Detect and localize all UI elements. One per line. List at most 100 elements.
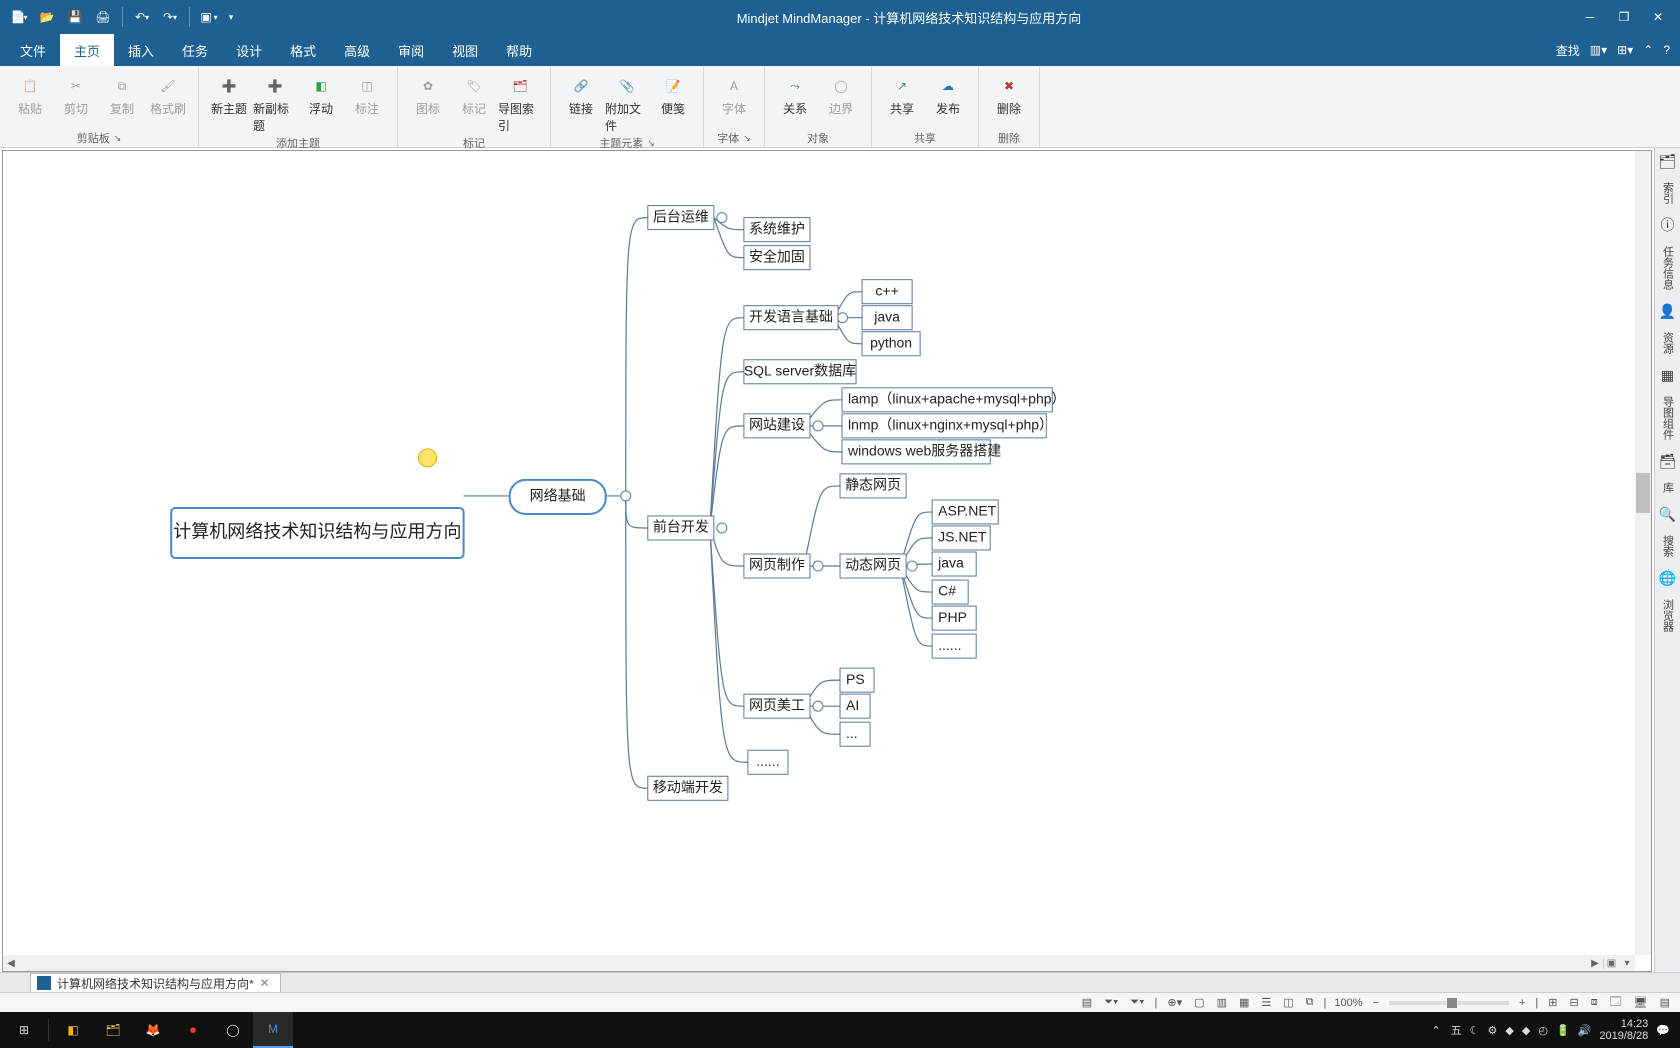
open-file-button[interactable]: 📂 (34, 4, 60, 30)
sidetab-taskinfo[interactable]: 任务信息 (1658, 240, 1678, 296)
sb-icon6[interactable]: ▤ (1658, 996, 1672, 1009)
share-button[interactable]: ↗共享 (880, 72, 924, 119)
sb-icon3[interactable]: ⧈ (1589, 996, 1600, 1009)
save-button[interactable]: 💾 (62, 4, 88, 30)
filter-icon[interactable]: ⏷▾ (1102, 996, 1120, 1009)
dialog-launcher-icon[interactable]: ↘ (647, 138, 655, 149)
print-button[interactable]: 🖨 (90, 4, 116, 30)
zoom-out-icon[interactable]: − (1371, 997, 1381, 1009)
dialog-launcher-icon[interactable]: ↘ (114, 133, 122, 144)
view1-icon[interactable]: ▢ (1192, 996, 1206, 1009)
view4-icon[interactable]: ☰ (1259, 996, 1273, 1009)
zoom-fit-icon[interactable]: ▣ (1603, 958, 1619, 969)
zoom-in-icon[interactable]: + (1517, 997, 1527, 1009)
quick-action-button[interactable]: ▣▾ (196, 4, 222, 30)
tab-file[interactable]: 文件 (6, 34, 60, 66)
search-icon[interactable]: 🔍 (1659, 505, 1677, 523)
relation-button[interactable]: ⤳关系 (773, 72, 817, 119)
link-button[interactable]: 🔗链接 (559, 72, 603, 119)
view5-icon[interactable]: ◫ (1281, 996, 1295, 1009)
taskinfo-icon[interactable]: ⓘ (1659, 216, 1677, 234)
zoom-menu-icon[interactable]: ▾ (1619, 958, 1635, 969)
start-button[interactable]: ⊞ (4, 1012, 44, 1048)
browser-icon[interactable]: 🌐 (1659, 569, 1677, 587)
add-icon[interactable]: ⊕▾ (1165, 996, 1184, 1009)
toggle-node[interactable] (907, 561, 917, 571)
tray-app3-icon[interactable]: ◴ (1538, 1024, 1548, 1037)
new-topic-button[interactable]: ➕新主题 (207, 72, 251, 119)
tab-view[interactable]: 视图 (438, 34, 492, 66)
restore-button[interactable]: ❐ (1614, 7, 1634, 27)
sb-icon1[interactable]: ⊞ (1546, 996, 1559, 1009)
publish-button[interactable]: ☁发布 (926, 72, 970, 119)
close-doc-icon[interactable]: ✕ (260, 976, 270, 990)
explorer-button[interactable]: 🗂 (93, 1012, 133, 1048)
tray-moon-icon[interactable]: ☾ (1470, 1024, 1480, 1037)
horizontal-scrollbar[interactable]: ◀ ▶ ▣ ▾ (3, 955, 1635, 971)
tray-volume-icon[interactable]: 🔊 (1578, 1024, 1592, 1037)
redo-button[interactable]: ↷▾ (157, 4, 183, 30)
attach-button[interactable]: 📎附加文件 (605, 72, 649, 136)
taskbar-clock[interactable]: 14:23 2019/8/28 (1599, 1018, 1648, 1042)
tray-gear-icon[interactable]: ⚙ (1488, 1024, 1498, 1037)
toggle-node[interactable] (717, 213, 727, 223)
tray-up-icon[interactable]: ⌃ (1429, 1024, 1442, 1037)
float-topic-button[interactable]: ◧浮动 (299, 72, 343, 119)
mindmap-canvas[interactable]: 计算机网络技术知识结构与应用方向 网络基础 后台运维 系统维护 安全加固 前台开… (3, 151, 1635, 955)
tray-battery-icon[interactable]: 🔋 (1556, 1024, 1570, 1037)
status-icon[interactable]: ▤ (1080, 996, 1094, 1009)
sb-icon5[interactable]: 🖥 (1632, 996, 1650, 1009)
tray-app1-icon[interactable]: ◆ (1505, 1024, 1513, 1037)
tab-format[interactable]: 格式 (276, 34, 330, 66)
toggle-node[interactable] (813, 701, 823, 711)
scroll-right-icon[interactable]: ▶ (1587, 958, 1603, 969)
view2-icon[interactable]: ▥ (1215, 996, 1229, 1009)
library-icon[interactable]: 🗃 (1659, 452, 1677, 470)
tab-task[interactable]: 任务 (168, 34, 222, 66)
chrome-button[interactable]: ◯ (213, 1012, 253, 1048)
map-index-button[interactable]: 🗂导图索引 (498, 72, 542, 136)
toggle-node[interactable] (813, 561, 823, 571)
toggle-node[interactable] (813, 421, 823, 431)
dialog-launcher-icon[interactable]: ↘ (743, 133, 751, 144)
toggle-node[interactable] (621, 491, 631, 501)
taskview-button[interactable]: ◧ (53, 1012, 93, 1048)
sidetab-search[interactable]: 搜索 (1658, 529, 1678, 563)
mindmanager-button[interactable]: M (253, 1012, 293, 1048)
search-label[interactable]: 查找 (1556, 42, 1580, 59)
scroll-left-icon[interactable]: ◀ (3, 958, 19, 969)
view6-icon[interactable]: ⧉ (1304, 996, 1316, 1009)
toggle-node[interactable] (717, 523, 727, 533)
toggle-node[interactable] (838, 313, 848, 323)
new-file-button[interactable]: 📄▾ (6, 4, 32, 30)
delete-button[interactable]: ✖删除 (987, 72, 1031, 119)
tab-insert[interactable]: 插入 (114, 34, 168, 66)
tab-review[interactable]: 审阅 (384, 34, 438, 66)
tab-design[interactable]: 设计 (222, 34, 276, 66)
zoom-slider[interactable] (1389, 1001, 1509, 1005)
scroll-thumb[interactable] (1636, 473, 1650, 513)
sidetab-library[interactable]: 库 (1658, 476, 1678, 499)
map-view-icon[interactable]: ▥▾ (1590, 43, 1607, 57)
ime-indicator[interactable]: 五 (1451, 1022, 1462, 1038)
sb-icon4[interactable]: 🗔 (1608, 993, 1624, 1012)
tray-app2-icon[interactable]: ◆ (1522, 1024, 1530, 1037)
tab-home[interactable]: 主页 (60, 34, 114, 66)
qat-customize-button[interactable]: ▾ (224, 4, 238, 30)
sidetab-browser[interactable]: 浏览器 (1658, 593, 1678, 638)
mapparts-icon[interactable]: ▦ (1659, 366, 1677, 384)
close-button[interactable]: ✕ (1648, 7, 1668, 27)
firefox-button[interactable]: 🦊 (133, 1012, 173, 1048)
minimize-button[interactable]: ─ (1580, 7, 1600, 27)
note-button[interactable]: 📝便笺 (651, 72, 695, 119)
sidetab-mapparts[interactable]: 导图组件 (1658, 390, 1678, 446)
tab-advanced[interactable]: 高级 (330, 34, 384, 66)
sb-icon2[interactable]: ⊟ (1567, 996, 1580, 1009)
sidetab-index[interactable]: 索引 (1658, 176, 1678, 210)
undo-button[interactable]: ↶▾ (129, 4, 155, 30)
document-tab[interactable]: 计算机网络技术知识结构与应用方向* ✕ (30, 973, 281, 992)
vertical-scrollbar[interactable] (1635, 151, 1651, 955)
tab-help[interactable]: 帮助 (492, 34, 546, 66)
resource-icon[interactable]: 👤 (1659, 302, 1677, 320)
help-icon[interactable]: ? (1663, 43, 1670, 57)
